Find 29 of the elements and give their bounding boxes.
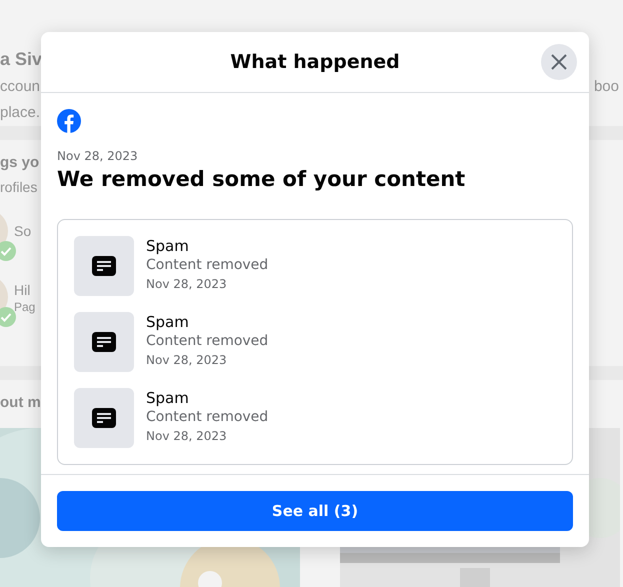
item-status: Content removed bbox=[146, 332, 268, 351]
section-title: out m bbox=[0, 393, 41, 413]
dialog-title: What happened bbox=[230, 51, 400, 73]
profile-text: boo bbox=[594, 77, 619, 97]
item-status: Content removed bbox=[146, 256, 268, 275]
close-icon bbox=[551, 54, 567, 70]
logo-icon bbox=[57, 109, 81, 133]
item-title: Spam bbox=[146, 236, 190, 256]
profile-name: a Siv bbox=[0, 48, 42, 71]
message-icon bbox=[92, 256, 116, 276]
person-name: So bbox=[14, 222, 32, 241]
person-name: Hil bbox=[14, 281, 32, 300]
profile-text: ccoun bbox=[0, 77, 40, 97]
see-all-button[interactable]: See all (3) bbox=[57, 491, 573, 531]
notice-date: Nov 28, 2023 bbox=[57, 149, 139, 163]
section-subtitle: rofiles bbox=[0, 178, 38, 197]
item-title: Spam bbox=[146, 388, 190, 408]
section-title: gs yo bbox=[0, 153, 40, 173]
item-date: Nov 28, 2023 bbox=[146, 352, 228, 369]
item-date: Nov 28, 2023 bbox=[146, 276, 228, 293]
notice-heading: We removed some of your content bbox=[57, 167, 466, 191]
item-status: Content removed bbox=[146, 408, 268, 427]
message-icon bbox=[92, 408, 116, 428]
profile-text: place. bbox=[0, 103, 40, 123]
item-date: Nov 28, 2023 bbox=[146, 428, 228, 445]
person-subtitle: Pag bbox=[14, 300, 36, 314]
item-title: Spam bbox=[146, 312, 190, 332]
message-icon bbox=[92, 332, 116, 352]
close-button[interactable] bbox=[541, 44, 577, 80]
